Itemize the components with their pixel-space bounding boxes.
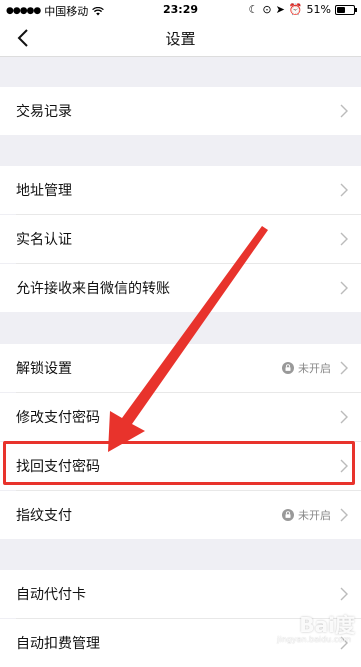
location-icon: ➤	[275, 3, 285, 16]
row-label: 指纹支付	[16, 508, 72, 524]
status-text: 未开启	[298, 362, 331, 375]
status-badge: 未开启	[282, 360, 331, 376]
row-address-management[interactable]: 地址管理	[0, 166, 361, 214]
chevron-right-icon	[340, 361, 348, 375]
row-transaction-records[interactable]: 交易记录	[0, 87, 361, 135]
row-unlock-settings[interactable]: 解锁设置 未开启	[0, 344, 361, 392]
row-label: 地址管理	[16, 183, 72, 199]
row-label: 允许接收来自微信的转账	[16, 281, 170, 297]
moon-icon: ☾	[248, 3, 259, 16]
chevron-right-icon	[340, 232, 348, 246]
row-label: 交易记录	[16, 104, 72, 120]
row-label: 修改支付密码	[16, 410, 100, 426]
baidu-watermark: Bai度	[299, 613, 355, 637]
row-fingerprint-pay[interactable]: 指纹支付 未开启	[0, 491, 361, 539]
status-text: 未开启	[298, 509, 331, 522]
lock-rotation-icon: ⊙	[262, 3, 272, 16]
row-real-name-auth[interactable]: 实名认证	[0, 215, 361, 263]
battery-icon	[335, 4, 357, 15]
status-right: ☾ ⊙ ➤ ⏰ 51%	[248, 3, 357, 16]
row-label: 自动代付卡	[16, 587, 86, 603]
lock-icon	[282, 509, 294, 521]
row-change-pay-password[interactable]: 修改支付密码	[0, 393, 361, 441]
battery-percent: 51%	[306, 3, 331, 16]
lock-icon	[282, 362, 294, 374]
status-badge: 未开启	[282, 507, 331, 523]
chevron-right-icon	[340, 410, 348, 424]
chevron-right-icon	[340, 587, 348, 601]
row-wechat-transfer[interactable]: 允许接收来自微信的转账	[0, 264, 361, 312]
chevron-right-icon	[340, 183, 348, 197]
chevron-right-icon	[340, 104, 348, 118]
chevron-right-icon	[340, 508, 348, 522]
highlight-box	[3, 441, 355, 485]
chevron-right-icon	[340, 281, 348, 295]
watermark-url: jingyan.baidu.com	[277, 635, 351, 644]
alarm-icon: ⏰	[288, 3, 303, 16]
row-label: 解锁设置	[16, 361, 72, 377]
row-label: 实名认证	[16, 232, 72, 248]
status-bar: ●●●●● 中国移动 23:29 ☾ ⊙ ➤ ⏰ 51%	[0, 0, 361, 20]
page-title: 设置	[165, 30, 196, 48]
nav-bar: 设置	[0, 20, 361, 57]
